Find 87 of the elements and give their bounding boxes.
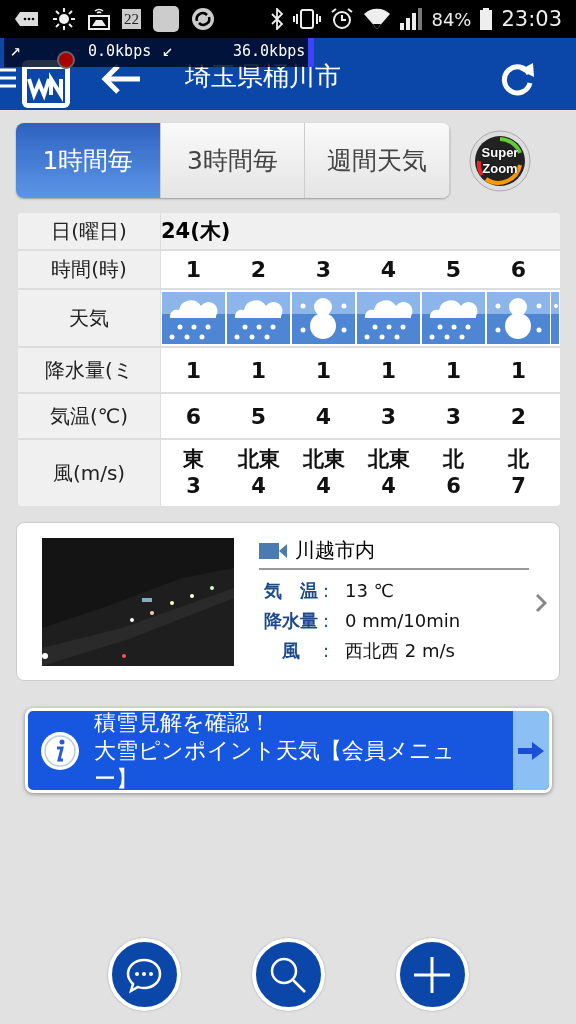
- tab[interactable]: 週間天気: [305, 123, 450, 198]
- header-title: 埼玉県桶川市: [185, 60, 341, 93]
- temperature-cell-text: 5: [249, 403, 268, 429]
- sync-icon: [191, 7, 215, 31]
- bluetooth-icon: [270, 8, 285, 30]
- banner-text: 積雪見解を確認！ 大雪ピンポイント天気【会員メニュー】: [94, 711, 456, 790]
- colon: :: [323, 609, 331, 633]
- row-label: 気温(℃): [18, 394, 161, 438]
- temperature-cell-text: 3: [379, 403, 398, 429]
- clock-time: 23:03: [501, 7, 562, 31]
- hour-cell-text: 1: [184, 257, 203, 282]
- video-camera-icon: [259, 541, 287, 560]
- temperature-cell-text: 3: [444, 403, 463, 429]
- wind-direction: 東: [182, 446, 205, 473]
- tv-icon: [88, 7, 110, 31]
- snow-cloud-icon: [422, 292, 485, 344]
- wind-direction: 北: [442, 446, 465, 473]
- snowman-icon: [292, 292, 355, 344]
- add-button[interactable]: [395, 938, 469, 1011]
- snow-cloud-icon: [357, 292, 420, 344]
- upload-rate: 0.0kbps: [88, 42, 152, 60]
- precipitation-cell-text: 1: [184, 357, 203, 383]
- precipitation-cell-text: 1: [444, 357, 463, 383]
- chat-button[interactable]: [107, 938, 181, 1011]
- reading-value: 13 ℃: [345, 579, 394, 603]
- snow-cloud-icon: [162, 292, 225, 344]
- hour-cell-text: 6: [509, 257, 528, 282]
- app-icon: [153, 6, 179, 32]
- reading-label: 気 温: [263, 579, 319, 603]
- signal-icon: [400, 8, 423, 30]
- wind-direction: 北東: [301, 446, 346, 473]
- hour-cell-text: 3: [314, 257, 333, 282]
- row-label: 降水量(ミ: [18, 348, 161, 392]
- precipitation-cell-text: 1: [249, 357, 268, 383]
- precipitation-cell-text: 1: [314, 357, 333, 383]
- alarm-icon: [330, 7, 355, 31]
- snow-info-banner[interactable]: 積雪見解を確認！ 大雪ピンポイント天気【会員メニュー】: [25, 708, 552, 793]
- battery-icon: [480, 8, 493, 30]
- search-button[interactable]: [251, 938, 325, 1011]
- notification-icon: [14, 11, 40, 27]
- wind-direction: 北: [507, 446, 530, 473]
- reading-label: 風: [281, 639, 301, 663]
- temperature-cell-text: 6: [184, 403, 203, 429]
- row-label: 風(m/s): [18, 440, 161, 506]
- vibrate-icon: [293, 8, 322, 30]
- hour-cell-text: 5: [444, 257, 463, 282]
- wind-speed: 7: [510, 473, 527, 500]
- wind-direction: 北東: [236, 446, 281, 473]
- sun-icon: [52, 7, 76, 31]
- plus-icon: [412, 954, 452, 995]
- battery-percent: 84%: [431, 8, 472, 30]
- colon: :: [323, 639, 331, 663]
- arrow-right-icon: [518, 741, 544, 760]
- wind-speed: 6: [445, 473, 462, 500]
- download-arrow: ↙: [162, 39, 173, 60]
- wind-speed: 4: [315, 473, 332, 500]
- colon: :: [323, 579, 331, 603]
- wind-speed: 4: [250, 473, 267, 500]
- live-camera-card[interactable]: 川越市内 気 温 : 13 ℃ 降水量 : 0 mm/10min 風 : 西北西 2 m/s: [16, 522, 560, 681]
- precipitation-cell-text: 1: [379, 357, 398, 383]
- temperature-cell-text: 4: [314, 403, 333, 429]
- download-rate: 36.0kbps: [233, 42, 306, 60]
- row-label: 天気: [18, 290, 161, 346]
- chevron-right-icon: [535, 593, 547, 613]
- camera-location: 川越市内: [295, 537, 375, 564]
- info-icon: [40, 730, 80, 771]
- wind-direction: 北東: [366, 446, 411, 473]
- precipitation-cell-text: 1: [509, 357, 528, 383]
- menu-icon[interactable]: [0, 66, 16, 90]
- wind-speed: 4: [380, 473, 397, 500]
- date-cell-text: 24(木): [161, 218, 231, 245]
- super-zoom-button[interactable]: Super Zoom: [468, 128, 532, 193]
- calendar-icon: 22: [122, 9, 141, 29]
- upload-arrow: ↗: [10, 39, 21, 60]
- temperature-cell-text: 2: [509, 403, 528, 429]
- reading-value: 西北西 2 m/s: [345, 639, 455, 663]
- wifi-icon: [363, 8, 392, 30]
- snow-cloud-icon: [227, 292, 290, 344]
- reading-value: 0 mm/10min: [345, 609, 461, 633]
- reading-label: 降水量: [263, 609, 319, 633]
- wind-speed: 3: [185, 473, 202, 500]
- hour-cell-text: 4: [379, 257, 398, 282]
- row-label: 時間(時): [18, 251, 161, 288]
- tab[interactable]: 3時間毎: [160, 123, 306, 198]
- tab[interactable]: 1時間毎: [16, 123, 161, 198]
- hour-cell-text: 2: [249, 257, 268, 282]
- snowman-icon: [487, 292, 550, 344]
